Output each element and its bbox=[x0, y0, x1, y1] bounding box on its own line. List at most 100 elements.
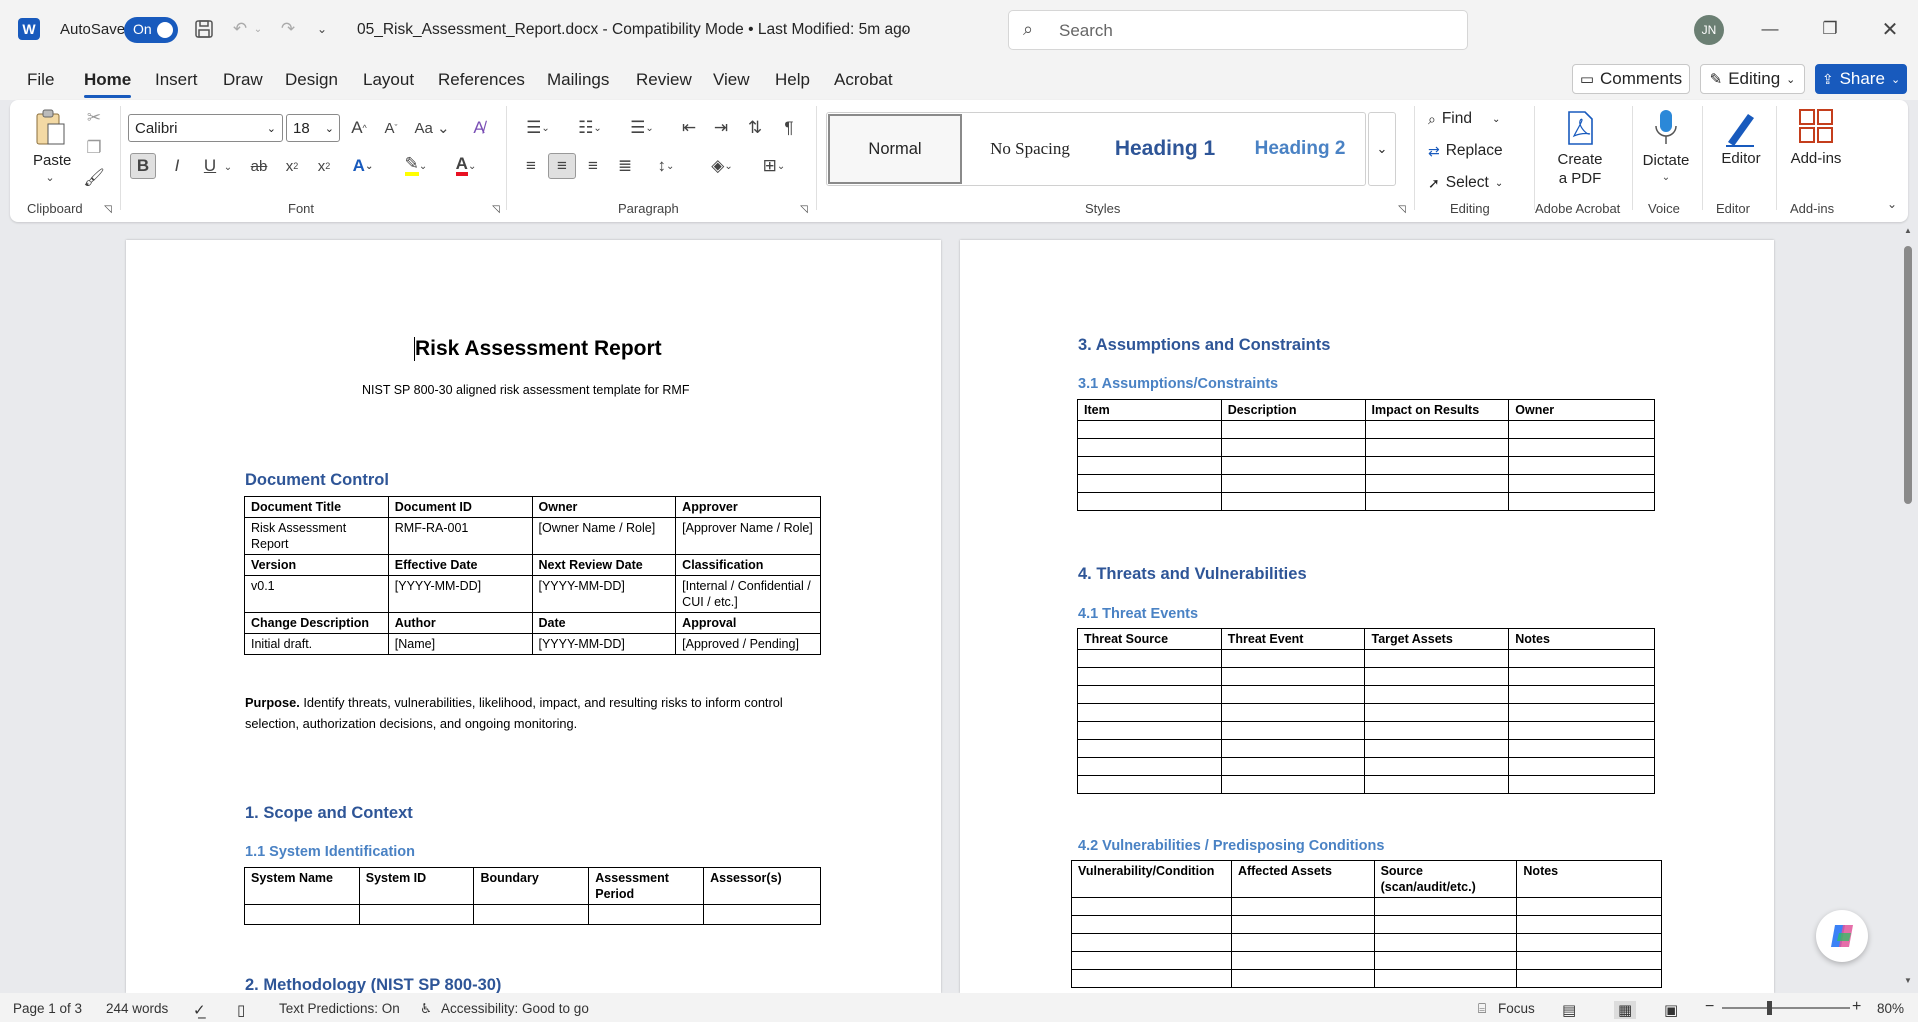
vulnerabilities-table[interactable]: Vulnerability/Condition Affected Assets … bbox=[1071, 860, 1662, 988]
cut-icon[interactable]: ✂ bbox=[82, 106, 106, 130]
share-button[interactable]: ⇪ Share ⌄ bbox=[1815, 64, 1907, 94]
table-cell[interactable] bbox=[1364, 438, 1510, 457]
tab-layout[interactable]: Layout bbox=[363, 70, 414, 90]
table-cell[interactable] bbox=[1077, 456, 1222, 475]
editor-label[interactable]: Editor bbox=[1716, 150, 1766, 167]
table-cell[interactable]: [Approved / Pending] bbox=[675, 633, 821, 655]
paste-dropdown-icon[interactable]: ⌄ bbox=[42, 170, 58, 184]
table-cell[interactable]: Notes bbox=[1508, 628, 1655, 650]
justify-icon[interactable]: ≣ bbox=[612, 153, 638, 179]
table-cell[interactable] bbox=[1071, 951, 1232, 970]
table-cell[interactable] bbox=[1364, 649, 1510, 668]
section-3-heading[interactable]: 3. Assumptions and Constraints bbox=[1078, 336, 1330, 355]
document-title[interactable]: 05_Risk_Assessment_Report.docx - Compati… bbox=[357, 21, 910, 39]
table-cell[interactable] bbox=[1071, 933, 1232, 952]
table-cell[interactable] bbox=[1077, 667, 1222, 686]
table-cell[interactable]: Classification bbox=[675, 554, 821, 576]
tab-mailings[interactable]: Mailings bbox=[547, 70, 609, 90]
table-cell[interactable]: Vulnerability/Condition bbox=[1071, 860, 1232, 898]
dictate-label[interactable]: Dictate bbox=[1640, 152, 1692, 169]
underline-dropdown-icon[interactable]: ⌄ bbox=[222, 156, 234, 178]
book-icon[interactable]: ▯ bbox=[237, 1001, 245, 1019]
document-title-heading[interactable]: Risk Assessment Report bbox=[415, 337, 662, 361]
table-cell[interactable]: Threat Source bbox=[1077, 628, 1222, 650]
table-cell[interactable] bbox=[1220, 757, 1366, 776]
table-cell[interactable] bbox=[1071, 969, 1232, 988]
table-cell[interactable]: Initial draft. bbox=[244, 633, 389, 655]
minimize-icon[interactable]: — bbox=[1756, 15, 1784, 43]
page-count[interactable]: Page 1 of 3 bbox=[13, 1001, 82, 1016]
table-cell[interactable] bbox=[473, 904, 590, 925]
table-cell[interactable] bbox=[1508, 474, 1655, 493]
section-4-2-heading[interactable]: 4.2 Vulnerabilities / Predisposing Condi… bbox=[1078, 838, 1384, 854]
styles-more-button[interactable]: ⌄ bbox=[1368, 112, 1396, 186]
table-cell[interactable] bbox=[1230, 951, 1375, 970]
tab-view[interactable]: View bbox=[713, 70, 750, 90]
table-cell[interactable] bbox=[1077, 438, 1222, 457]
table-cell[interactable] bbox=[1364, 739, 1510, 758]
table-cell[interactable]: System Name bbox=[244, 867, 360, 905]
align-left-icon[interactable]: ≡ bbox=[518, 153, 544, 179]
style-heading-2[interactable]: Heading 2 bbox=[1234, 114, 1366, 184]
increase-indent-icon[interactable]: ⇥ bbox=[708, 114, 734, 142]
table-cell[interactable]: [Owner Name / Role] bbox=[531, 517, 677, 555]
shrink-font-icon[interactable]: Aˇ bbox=[378, 114, 404, 142]
tab-draw[interactable]: Draw bbox=[223, 70, 263, 90]
tab-design[interactable]: Design bbox=[285, 70, 338, 90]
table-cell[interactable]: Risk Assessment Report bbox=[244, 517, 389, 555]
table-cell[interactable] bbox=[1508, 685, 1655, 704]
section-2-heading[interactable]: 2. Methodology (NIST SP 800-30) bbox=[245, 976, 501, 993]
clear-formatting-icon[interactable]: A̸ bbox=[466, 114, 492, 142]
comments-button[interactable]: ▭ Comments bbox=[1572, 64, 1690, 94]
table-cell[interactable]: [YYYY-MM-DD] bbox=[531, 633, 677, 655]
find-button[interactable]: ⌕ Find ⌄ bbox=[1428, 106, 1518, 132]
table-cell[interactable] bbox=[1220, 739, 1366, 758]
tab-help[interactable]: Help bbox=[775, 70, 810, 90]
close-icon[interactable]: ✕ bbox=[1876, 15, 1904, 43]
table-cell[interactable]: Source (scan/audit/etc.) bbox=[1373, 860, 1518, 898]
subscript-icon[interactable]: x2 bbox=[280, 153, 304, 179]
title-chevron-icon[interactable]: ⌄ bbox=[896, 20, 912, 38]
section-4-heading[interactable]: 4. Threats and Vulnerabilities bbox=[1078, 565, 1307, 584]
table-cell[interactable] bbox=[1516, 933, 1662, 952]
table-cell[interactable]: [YYYY-MM-DD] bbox=[387, 575, 533, 613]
decrease-indent-icon[interactable]: ⇤ bbox=[676, 114, 702, 142]
zoom-in-icon[interactable]: + bbox=[1852, 998, 1861, 1016]
paste-icon[interactable] bbox=[32, 106, 68, 150]
table-cell[interactable] bbox=[1071, 897, 1232, 916]
table-cell[interactable]: Target Assets bbox=[1364, 628, 1510, 650]
table-cell[interactable] bbox=[588, 904, 705, 925]
table-cell[interactable] bbox=[1364, 420, 1510, 439]
create-pdf-label[interactable]: Create a PDF bbox=[1552, 150, 1608, 188]
zoom-out-icon[interactable]: − bbox=[1705, 998, 1714, 1016]
table-cell[interactable] bbox=[1516, 951, 1662, 970]
table-cell[interactable] bbox=[1364, 757, 1510, 776]
table-cell[interactable] bbox=[1220, 474, 1366, 493]
scrollbar-thumb[interactable] bbox=[1904, 246, 1912, 504]
table-cell[interactable]: RMF-RA-001 bbox=[387, 517, 533, 555]
undo-dropdown-icon[interactable]: ⌄ bbox=[252, 19, 264, 39]
table-cell[interactable] bbox=[1220, 703, 1366, 722]
table-cell[interactable] bbox=[1077, 739, 1222, 758]
table-cell[interactable]: Assessment Period bbox=[588, 867, 705, 905]
table-cell[interactable] bbox=[1508, 703, 1655, 722]
table-cell[interactable] bbox=[1364, 492, 1510, 511]
table-cell[interactable]: Owner bbox=[531, 496, 677, 518]
table-cell[interactable] bbox=[1220, 492, 1366, 511]
avatar[interactable]: JN bbox=[1694, 15, 1724, 45]
dictate-dropdown-icon[interactable]: ⌄ bbox=[1658, 170, 1674, 184]
table-cell[interactable]: Impact on Results bbox=[1364, 399, 1510, 421]
scroll-down-icon[interactable]: ▼ bbox=[1904, 976, 1912, 985]
table-cell[interactable] bbox=[1508, 757, 1655, 776]
underline-icon[interactable]: U bbox=[198, 153, 222, 179]
table-cell[interactable]: Notes bbox=[1516, 860, 1662, 898]
editor-icon[interactable] bbox=[1720, 106, 1760, 150]
multilevel-list-icon[interactable]: ☰ ⌄ bbox=[622, 114, 662, 142]
addins-icon[interactable] bbox=[1796, 106, 1836, 146]
table-cell[interactable] bbox=[1077, 492, 1222, 511]
table-cell[interactable]: [Approver Name / Role] bbox=[675, 517, 821, 555]
proofing-icon[interactable]: ✓̲ bbox=[193, 1001, 206, 1019]
table-cell[interactable]: Date bbox=[531, 612, 677, 634]
table-cell[interactable] bbox=[1516, 969, 1662, 988]
table-cell[interactable]: Effective Date bbox=[387, 554, 533, 576]
